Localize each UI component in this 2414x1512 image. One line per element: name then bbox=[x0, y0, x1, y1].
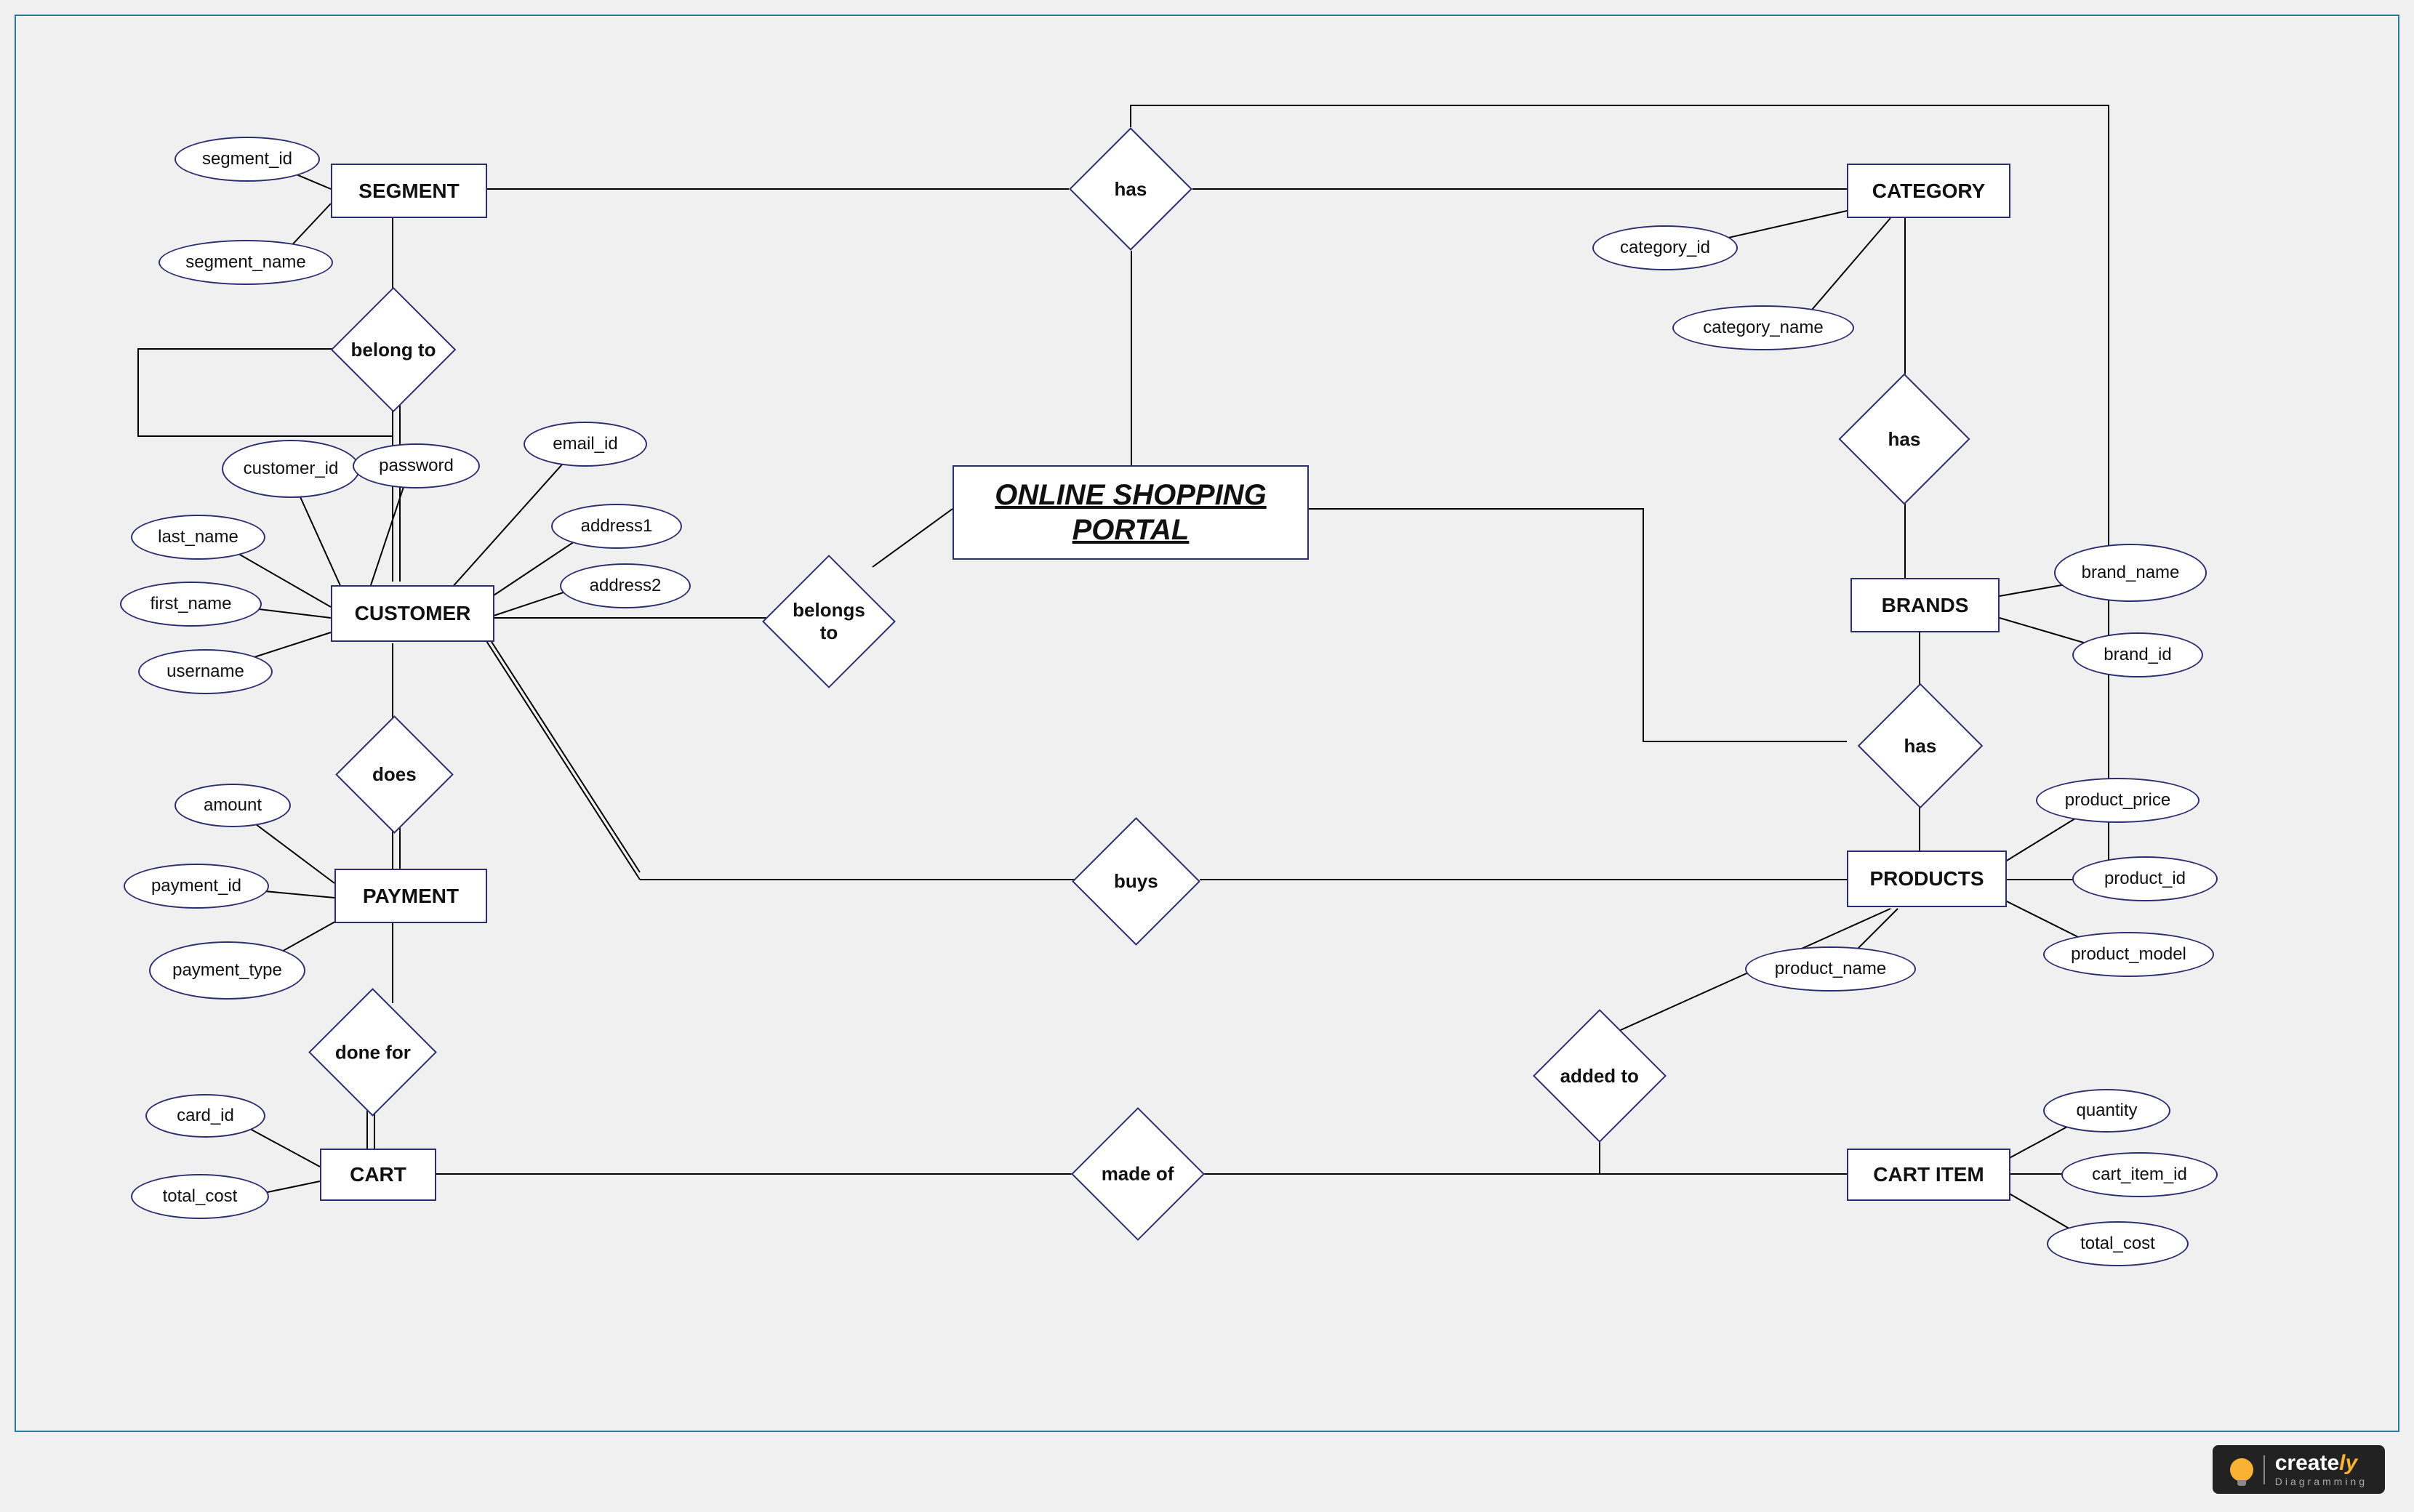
title-text: ONLINE SHOPPING PORTAL bbox=[954, 478, 1307, 547]
attr-customer-id: customer_id bbox=[222, 440, 360, 498]
attr-brand-id: brand_id bbox=[2072, 632, 2203, 677]
entity-cart: CART bbox=[320, 1149, 436, 1201]
attr-segment-name: segment_name bbox=[159, 240, 333, 285]
attr-category-id: category_id bbox=[1592, 225, 1738, 270]
entity-products: PRODUCTS bbox=[1847, 850, 2007, 907]
attr-product-id: product_id bbox=[2072, 856, 2218, 901]
title-online-shopping-portal: ONLINE SHOPPING PORTAL bbox=[953, 465, 1309, 560]
attr-quantity: quantity bbox=[2043, 1089, 2170, 1133]
attr-payment-type: payment_type bbox=[149, 941, 305, 1000]
attr-payment-id: payment_id bbox=[124, 864, 269, 909]
attr-username: username bbox=[138, 649, 273, 694]
entity-segment: SEGMENT bbox=[331, 164, 487, 218]
attr-category-name: category_name bbox=[1672, 305, 1854, 350]
attr-amount: amount bbox=[175, 784, 291, 827]
attr-first-name: first_name bbox=[120, 582, 262, 627]
logo-brand: creately bbox=[2275, 1452, 2367, 1474]
entity-brands: BRANDS bbox=[1850, 578, 2000, 632]
attr-total-cost-item: total_cost bbox=[2047, 1221, 2189, 1266]
entity-customer: CUSTOMER bbox=[331, 585, 494, 642]
attr-product-price: product_price bbox=[2036, 778, 2200, 823]
entity-payment: PAYMENT bbox=[334, 869, 487, 923]
entity-cart-item: CART ITEM bbox=[1847, 1149, 2010, 1201]
attr-password: password bbox=[353, 443, 480, 488]
attr-address1: address1 bbox=[551, 504, 682, 549]
bulb-icon bbox=[2230, 1458, 2253, 1481]
logo-subtitle: Diagramming bbox=[2275, 1476, 2367, 1487]
attr-last-name: last_name bbox=[131, 515, 265, 560]
attr-address2: address2 bbox=[560, 563, 691, 608]
entity-category: CATEGORY bbox=[1847, 164, 2010, 218]
logo-separator bbox=[2263, 1455, 2265, 1484]
attr-card-id: card_id bbox=[145, 1094, 265, 1138]
attr-cart-item-id: cart_item_id bbox=[2061, 1152, 2218, 1197]
attr-segment-id: segment_id bbox=[175, 137, 320, 182]
attr-email-id: email_id bbox=[524, 422, 647, 467]
creately-logo: creately Diagramming bbox=[2213, 1445, 2385, 1494]
attr-product-name: product_name bbox=[1745, 946, 1916, 992]
attr-product-model: product_model bbox=[2043, 932, 2214, 977]
attr-brand-name: brand_name bbox=[2054, 544, 2207, 602]
attr-total-cost-cart: total_cost bbox=[131, 1174, 269, 1219]
